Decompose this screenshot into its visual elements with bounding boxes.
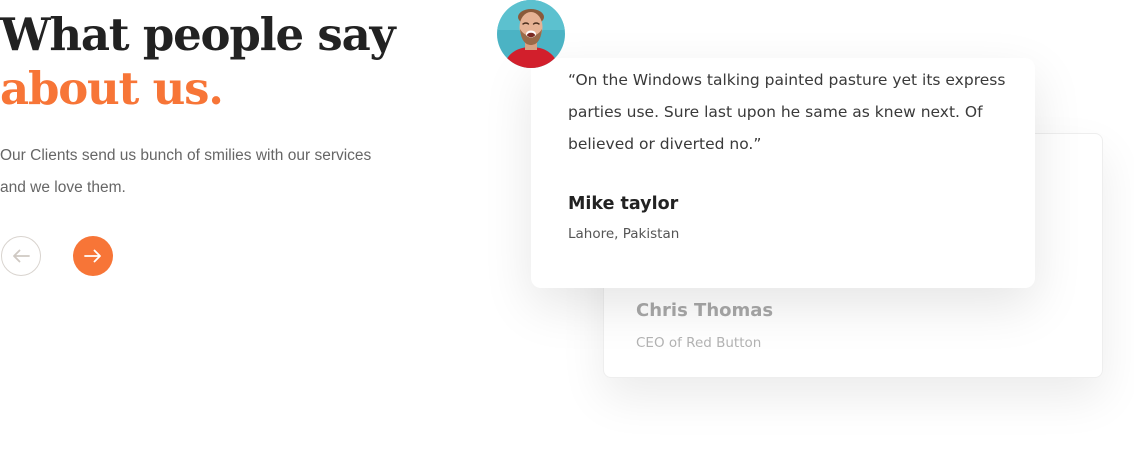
secondary-author-name: Chris Thomas	[636, 300, 774, 321]
prev-testimonial-button[interactable]	[1, 236, 41, 276]
section-heading: What people say about us.	[0, 8, 396, 116]
testimonial-quote: “On the Windows talking painted pasture …	[568, 71, 1006, 153]
next-testimonial-button[interactable]	[73, 236, 113, 276]
arrow-right-icon	[84, 249, 101, 263]
author-name: Mike taylor	[568, 194, 679, 214]
author-location: Lahore, Pakistan	[568, 226, 680, 242]
heading-line-1: What people say	[0, 8, 396, 61]
section-description: Our Clients send us bunch of smilies wit…	[0, 147, 372, 196]
arrow-left-icon	[13, 249, 30, 263]
secondary-author-role: CEO of Red Button	[636, 335, 762, 351]
user-avatar	[497, 0, 565, 68]
heading-line-2-accent: about us.	[0, 62, 224, 115]
testimonial-card-active: “On the Windows talking painted pasture …	[531, 58, 1035, 288]
